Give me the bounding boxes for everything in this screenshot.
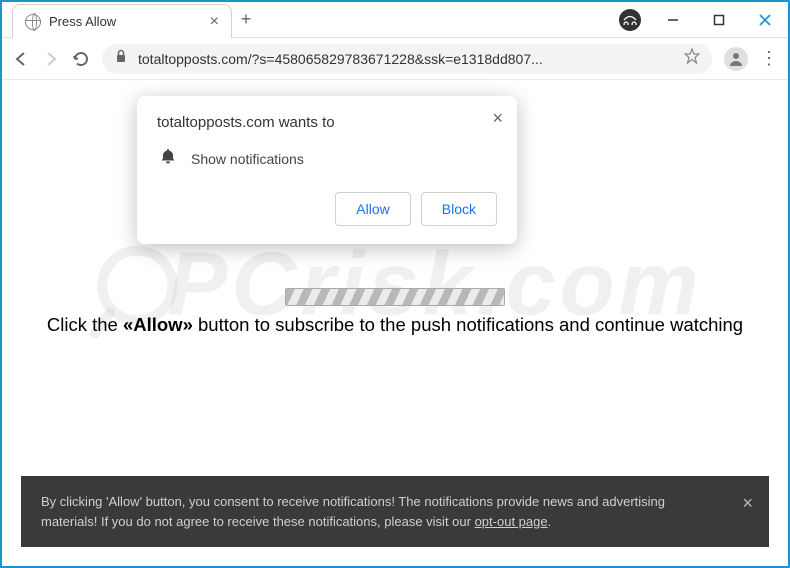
tab-title: Press Allow — [49, 14, 202, 29]
block-button[interactable]: Block — [421, 192, 497, 226]
consent-text: By clicking 'Allow' button, you consent … — [41, 494, 665, 529]
incognito-indicator[interactable] — [610, 2, 650, 37]
page-content: PCrisk.com Click the «Allow» button to s… — [2, 80, 788, 490]
forward-button[interactable] — [42, 50, 60, 68]
reload-button[interactable] — [72, 50, 90, 68]
allow-button[interactable]: Allow — [335, 192, 410, 226]
incognito-icon — [619, 9, 641, 31]
bookmark-star-icon[interactable] — [684, 48, 700, 69]
browser-tab[interactable]: Press Allow × — [12, 4, 232, 38]
profile-avatar[interactable] — [724, 47, 748, 71]
opt-out-link[interactable]: opt-out page — [475, 514, 548, 529]
new-tab-button[interactable]: + — [232, 2, 260, 37]
consent-bar: × By clicking 'Allow' button, you consen… — [21, 476, 769, 547]
globe-icon — [25, 14, 41, 30]
minimize-button[interactable] — [650, 2, 696, 37]
browser-toolbar: totaltopposts.com/?s=458065829783671228&… — [2, 38, 788, 80]
menu-button[interactable]: ⋮ — [760, 48, 778, 69]
dialog-title: totaltopposts.com wants to — [157, 114, 497, 131]
window-close-button[interactable] — [742, 2, 788, 37]
dialog-close-icon[interactable]: × — [492, 108, 503, 129]
consent-close-icon[interactable]: × — [742, 490, 753, 517]
lock-icon — [114, 49, 128, 68]
instruction-text: Click the «Allow» button to subscribe to… — [2, 314, 788, 337]
url-text: totaltopposts.com/?s=458065829783671228&… — [138, 51, 674, 67]
titlebar: Press Allow × + — [2, 2, 788, 38]
back-button[interactable] — [12, 50, 30, 68]
tab-close-icon[interactable]: × — [210, 13, 219, 31]
bell-icon — [159, 147, 177, 170]
permission-label: Show notifications — [191, 151, 304, 167]
loading-bar — [285, 288, 505, 306]
window-controls — [650, 2, 788, 37]
address-bar[interactable]: totaltopposts.com/?s=458065829783671228&… — [102, 44, 712, 74]
permission-dialog: × totaltopposts.com wants to Show notifi… — [137, 96, 517, 244]
maximize-button[interactable] — [696, 2, 742, 37]
